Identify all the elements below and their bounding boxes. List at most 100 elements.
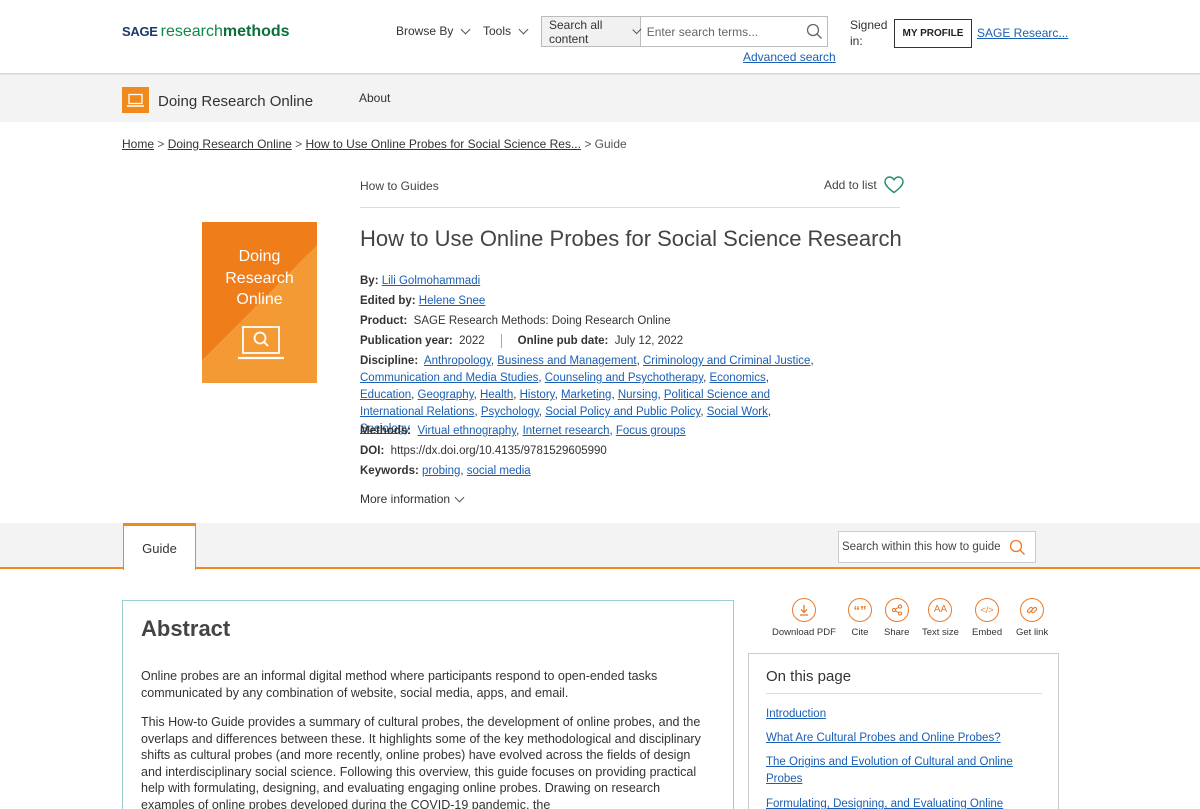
global-search: Search all content <box>541 16 828 47</box>
text-size-button[interactable]: AA Text size <box>922 598 959 638</box>
meta-label: Methods: <box>360 425 412 437</box>
more-information-toggle[interactable]: More information <box>360 492 465 506</box>
cover-title-line: Online <box>236 291 283 308</box>
discipline-link[interactable]: Geography <box>418 389 474 401</box>
author-link[interactable]: Lili Golmohammadi <box>382 275 480 287</box>
advanced-search-link[interactable]: Advanced search <box>743 50 836 64</box>
tools-menu[interactable]: Tools <box>483 24 529 38</box>
meta-label: DOI: <box>360 445 385 457</box>
account-link[interactable]: SAGE Researc... <box>977 26 1068 40</box>
tools-label: Tools <box>483 24 512 38</box>
chevron-down-icon <box>518 24 529 34</box>
breadcrumb: Home > Doing Research Online > How to Us… <box>122 137 627 151</box>
onlinepub-value: July 12, 2022 <box>614 335 684 347</box>
discipline-link[interactable]: Nursing <box>618 389 658 401</box>
discipline-link[interactable]: Social Work <box>707 406 768 418</box>
breadcrumb-separator: > <box>295 137 303 151</box>
download-pdf-button[interactable]: Download PDF <box>772 598 836 638</box>
on-this-page-heading: On this page <box>766 668 852 685</box>
meta-label: Keywords: <box>360 465 419 477</box>
toc-link[interactable]: Formulating, Designing, and Evaluating O… <box>766 796 1036 809</box>
discipline-link[interactable]: History <box>520 389 555 401</box>
share-button[interactable]: Share <box>884 598 909 638</box>
discipline-link[interactable]: Health <box>480 389 513 401</box>
method-link[interactable]: Virtual ethnography <box>418 425 517 437</box>
meta-label: Online pub date: <box>517 335 609 347</box>
method-link[interactable]: Focus groups <box>616 425 686 437</box>
breadcrumb-collection[interactable]: Doing Research Online <box>168 137 292 151</box>
meta-editor: Edited by: Helene Snee <box>360 293 485 310</box>
search-input[interactable] <box>640 17 802 46</box>
breadcrumb-home[interactable]: Home <box>122 137 154 151</box>
tool-label: Download PDF <box>772 627 836 638</box>
get-link-button[interactable]: Get link <box>1016 598 1048 638</box>
tool-label: Cite <box>851 627 869 638</box>
discipline-link[interactable]: Anthropology <box>424 355 491 367</box>
discipline-link[interactable]: Marketing <box>561 389 612 401</box>
tool-label: Share <box>884 627 910 638</box>
share-icon <box>884 598 909 622</box>
abstract-paragraph: Online probes are an informal digital me… <box>141 669 658 700</box>
text-size-icon: AA <box>928 598 953 622</box>
product-title[interactable]: Doing Research Online <box>158 93 313 110</box>
search-within-box <box>838 531 1036 563</box>
cite-button[interactable]: “” Cite <box>848 598 872 638</box>
chevron-down-icon <box>460 24 471 34</box>
about-link[interactable]: About <box>359 91 390 105</box>
on-this-page-panel: On this page Introduction What Are Cultu… <box>748 653 1059 809</box>
discipline-link[interactable]: Education <box>360 389 411 401</box>
more-information-label: More information <box>360 492 451 506</box>
discipline-link[interactable]: Criminology and Criminal Justice <box>643 355 810 367</box>
editor-link[interactable]: Helene Snee <box>419 295 486 307</box>
embed-button[interactable]: </> Embed <box>972 598 1002 638</box>
divider <box>360 207 900 208</box>
add-to-list-label: Add to list <box>824 178 877 192</box>
method-link[interactable]: Internet research <box>523 425 610 437</box>
search-icon[interactable] <box>1009 539 1026 556</box>
search-icon[interactable] <box>802 17 827 46</box>
breadcrumb-current: Guide <box>594 137 627 151</box>
page-title: How to Use Online Probes for Social Scie… <box>360 226 902 251</box>
meta-label: Publication year: <box>360 335 453 347</box>
discipline-link[interactable]: Business and Management <box>497 355 636 367</box>
add-to-list-button[interactable]: Add to list <box>824 176 904 194</box>
discipline-link[interactable]: Communication and Media Studies <box>360 372 538 384</box>
meta-label: Product: <box>360 315 408 327</box>
search-within-input[interactable] <box>839 541 1009 553</box>
meta-keywords: Keywords: probing, social media <box>360 465 531 477</box>
toc-link[interactable]: What Are Cultural Probes and Online Prob… <box>766 730 1036 747</box>
breadcrumb-separator: > <box>157 137 165 151</box>
breadcrumb-separator: > <box>584 137 592 151</box>
meta-product: Product: SAGE Research Methods: Doing Re… <box>360 313 671 330</box>
logo-methods: methods <box>222 23 290 40</box>
discipline-link[interactable]: Economics <box>709 372 765 384</box>
cover-title: Doing Research Online <box>202 246 317 311</box>
meta-label: Discipline: <box>360 355 419 367</box>
browse-by-menu[interactable]: Browse By <box>396 24 471 38</box>
meta-doi: DOI: https://dx.doi.org/10.4135/97815296… <box>360 443 607 460</box>
site-logo[interactable]: SAGE research methods <box>122 23 290 43</box>
toc-link[interactable]: The Origins and Evolution of Cultural an… <box>766 754 1036 788</box>
link-icon <box>1020 598 1045 622</box>
my-profile-button[interactable]: MY PROFILE <box>894 19 972 48</box>
divider <box>766 693 1042 694</box>
chevron-down-icon <box>454 492 465 502</box>
toc-link[interactable]: Introduction <box>766 706 1036 723</box>
discipline-link[interactable]: Counseling and Psychotherapy <box>545 372 703 384</box>
laptop-icon <box>122 87 149 113</box>
keyword-link[interactable]: probing <box>422 465 460 477</box>
logo-research: research <box>160 23 223 40</box>
content-type-label: How to Guides <box>360 179 439 193</box>
tool-label: Embed <box>972 627 1003 638</box>
discipline-link[interactable]: Psychology <box>481 406 539 418</box>
meta-author: By: Lili Golmohammadi <box>360 273 480 290</box>
tool-label: Text size <box>922 627 959 638</box>
keyword-link[interactable]: social media <box>467 465 531 477</box>
download-icon <box>791 598 816 622</box>
tab-guide[interactable]: Guide <box>123 523 196 570</box>
breadcrumb-item[interactable]: How to Use Online Probes for Social Scie… <box>306 137 581 151</box>
search-scope-select[interactable]: Search all content <box>542 17 642 46</box>
meta-dates: Publication year: 2022 Online pub date: J… <box>360 333 683 350</box>
divider <box>500 333 502 348</box>
discipline-link[interactable]: Social Policy and Public Policy <box>545 406 700 418</box>
